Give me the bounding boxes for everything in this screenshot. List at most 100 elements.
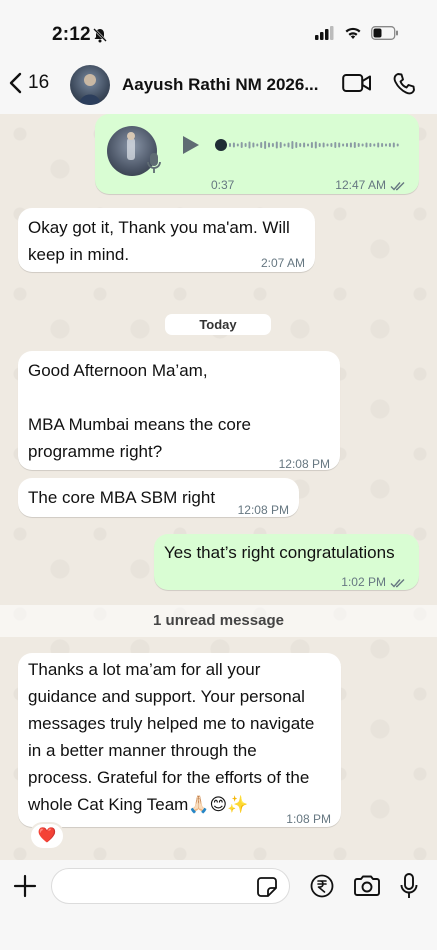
message-time: 12:47 AM (335, 178, 386, 192)
message-line: Thanks a lot ma’am for all your (28, 660, 261, 679)
waveform-bar (271, 143, 274, 147)
waveform-bar (349, 142, 352, 148)
waveform-bar (260, 142, 263, 148)
waveform-bar (279, 142, 282, 148)
mic-badge-icon (147, 153, 161, 173)
voice-call-icon[interactable] (392, 72, 416, 96)
battery-icon (371, 26, 398, 40)
waveform-bar (396, 143, 399, 147)
waveform-bar (252, 142, 255, 148)
incoming-message[interactable]: Good Afternoon Ma’am, MBA Mumbai means t… (18, 351, 340, 471)
plus-icon[interactable] (13, 874, 37, 898)
waveform-bar (342, 143, 345, 147)
waveform-bar (248, 141, 251, 149)
mic-icon[interactable] (400, 873, 418, 899)
read-ticks-icon (390, 578, 405, 588)
incoming-message[interactable]: The core MBA SBM right 12:08 PM (18, 478, 299, 517)
message-line: process. Grateful for the efforts of the (28, 768, 310, 787)
message-line: in a better manner through the (28, 741, 257, 760)
waveform-bar (369, 143, 372, 147)
waveform-bar (268, 142, 270, 148)
waveform (229, 141, 399, 149)
message-time: 2:07 AM (260, 256, 305, 270)
composer-bar (0, 860, 437, 950)
waveform-bar (307, 143, 309, 147)
back-button[interactable]: 16 (8, 72, 49, 94)
waveform-bar (287, 142, 290, 148)
waveform-bar (373, 143, 376, 147)
waveform-bar (275, 141, 278, 149)
waveform-bar (388, 143, 391, 147)
message-line: MBA Mumbai means the core (28, 415, 251, 434)
date-separator: Today (165, 314, 271, 335)
camera-icon[interactable] (353, 875, 381, 897)
unread-separator: 1 unread message (0, 605, 437, 637)
waveform-bar (392, 142, 395, 148)
message-line: Okay got it, Thank you ma'am. Will (28, 218, 290, 237)
waveform-bar (295, 142, 298, 148)
waveform-bar (264, 141, 267, 149)
play-icon[interactable] (179, 134, 201, 156)
outgoing-message[interactable]: Yes that’s right congratulations 1:02 PM (154, 534, 419, 590)
message-input[interactable] (51, 868, 290, 904)
unread-count: 16 (28, 72, 50, 93)
waveform-bar (310, 142, 313, 148)
voice-duration: 0:37 (211, 178, 235, 192)
message-line: guidance and support. Your personal (28, 687, 305, 706)
waveform-bar (244, 143, 247, 147)
waveform-bar (283, 143, 286, 147)
wifi-icon (345, 27, 361, 39)
waveform-bar (314, 141, 317, 149)
rupee-icon[interactable] (310, 874, 334, 898)
sticker-icon[interactable] (256, 876, 278, 898)
mute-bell-icon (93, 28, 107, 43)
message-time: 12:08 PM (237, 503, 289, 517)
message-meta: 12:47 AM (335, 172, 407, 199)
waveform-bar (299, 143, 302, 147)
waveform-bar (318, 143, 321, 147)
waveform-bar (381, 143, 384, 147)
waveform-bar (232, 142, 235, 148)
waveform-bar (361, 143, 364, 147)
waveform-bar (377, 142, 380, 148)
status-time: 2:12 (52, 24, 91, 45)
waveform-bar (385, 143, 387, 147)
incoming-message[interactable]: Okay got it, Thank you ma'am. Will keep … (18, 208, 315, 272)
chat-area[interactable]: 0:37 12:47 AM Okay got it, Thank you ma'… (0, 114, 437, 860)
waveform-bar (256, 143, 259, 147)
incoming-message[interactable]: Thanks a lot ma’am for all your guidance… (18, 653, 341, 827)
heart-reaction[interactable]: ❤️ (29, 822, 65, 850)
waveform-bar (365, 142, 368, 148)
message-line: Good Afternoon Ma’am, (28, 361, 208, 380)
signal-icon (315, 26, 334, 40)
waveform-bar (240, 142, 243, 148)
video-call-icon[interactable] (342, 72, 372, 94)
waveform-bar (338, 142, 341, 148)
waveform-bar (322, 142, 325, 148)
waveform-bar (229, 143, 231, 147)
back-chevron-icon (9, 72, 22, 94)
contact-name[interactable]: Aayush Rathi NM 2026... (122, 75, 319, 95)
status-icons (315, 26, 399, 40)
waveform-bar (291, 141, 294, 149)
waveform-bar (334, 142, 337, 148)
message-time: 1:02 PM (341, 575, 386, 589)
message-line: messages truly helped me to navigate (28, 714, 315, 733)
waveform-bar (236, 143, 239, 147)
voice-message-bubble[interactable]: 0:37 12:47 AM (95, 114, 419, 194)
read-ticks-icon (390, 181, 405, 191)
waveform-bar (330, 143, 333, 147)
playback-scrubber[interactable] (215, 139, 227, 151)
waveform-bar (303, 142, 306, 148)
message-meta: 1:02 PM (341, 569, 407, 596)
message-time: 12:08 PM (278, 457, 330, 471)
avatar-person-icon (79, 74, 101, 105)
message-time: 1:08 PM (286, 812, 331, 826)
avatar[interactable] (70, 65, 110, 105)
waveform-bar (357, 143, 360, 147)
waveform-bar (353, 142, 356, 148)
waveform-bar (326, 143, 329, 147)
message-line: Yes that’s right congratulations (164, 543, 395, 562)
chat-header: 16 Aayush Rathi NM 2026... (0, 56, 437, 114)
